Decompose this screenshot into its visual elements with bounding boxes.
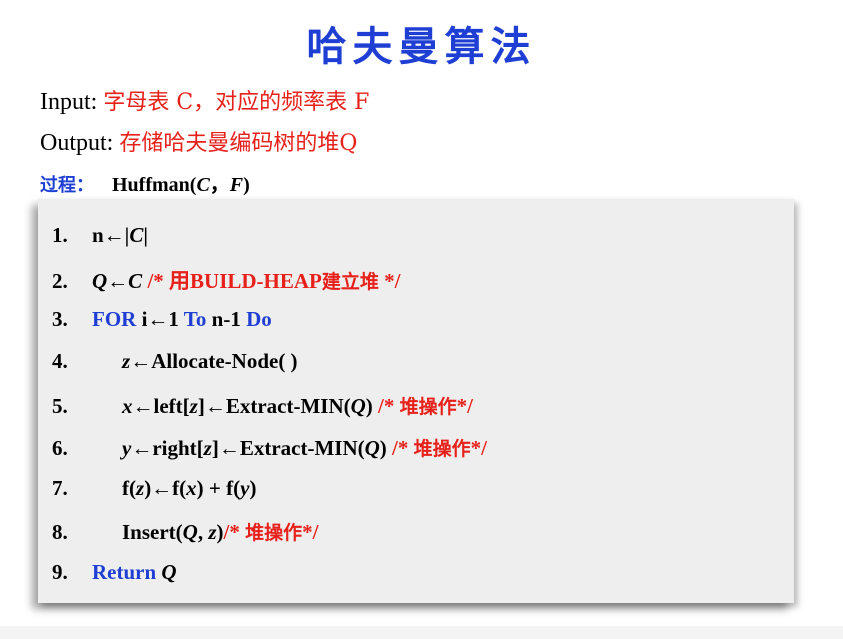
code-line-9: 9. Return Q [52, 560, 177, 584]
code-line-5: 5. x←left[z]←Extract-MIN(Q) /* 堆操作*/ [52, 394, 473, 418]
code-comment: /* 堆操作*/ [392, 436, 487, 460]
function-signature: Huffman(C，F) [112, 174, 250, 196]
code-line-3: 3. FOR i←1 To n-1 Do [52, 307, 272, 331]
code-line-1: 1. n←|C| [52, 223, 148, 247]
code-comment: /* 堆操作*/ [223, 520, 319, 544]
slide-title: 哈夫曼算法 [306, 24, 537, 70]
output-label: Output: [40, 130, 114, 156]
code-line-8: 8. Insert(Q, z)/* 堆操作*/ [52, 520, 319, 544]
code-line-6: 6. y←right[z]←Extract-MIN(Q) /* 堆操作*/ [52, 436, 487, 460]
code-line-7: 7. f(z)←f(x) + f(y) [52, 476, 257, 500]
input-label: Input: [40, 89, 98, 115]
output-line: Output: 存储哈夫曼编码树的堆Q [40, 125, 357, 157]
process-label: 过程： [40, 175, 94, 196]
pseudocode-box: 1. n←|C| 2. Q←C /* 用BUILD-HEAP建立堆 */ 3. FOR… [38, 199, 794, 603]
input-value: 字母表 C，对应的频率表 F [103, 90, 370, 115]
input-line: Input: 字母表 C，对应的频率表 F [40, 84, 369, 116]
code-comment: /* 堆操作*/ [378, 394, 473, 418]
process-line: 过程： Huffman(C，F) [40, 168, 250, 197]
code-line-4: 4. z←Allocate-Node( ) [52, 349, 298, 373]
bottom-bar [0, 626, 843, 639]
output-value: 存储哈夫曼编码树的堆Q [119, 131, 358, 156]
code-line-2: 2. Q←C /* 用BUILD-HEAP建立堆 */ [52, 269, 401, 293]
code-comment: /* 用BUILD-HEAP建立堆 */ [147, 269, 401, 293]
